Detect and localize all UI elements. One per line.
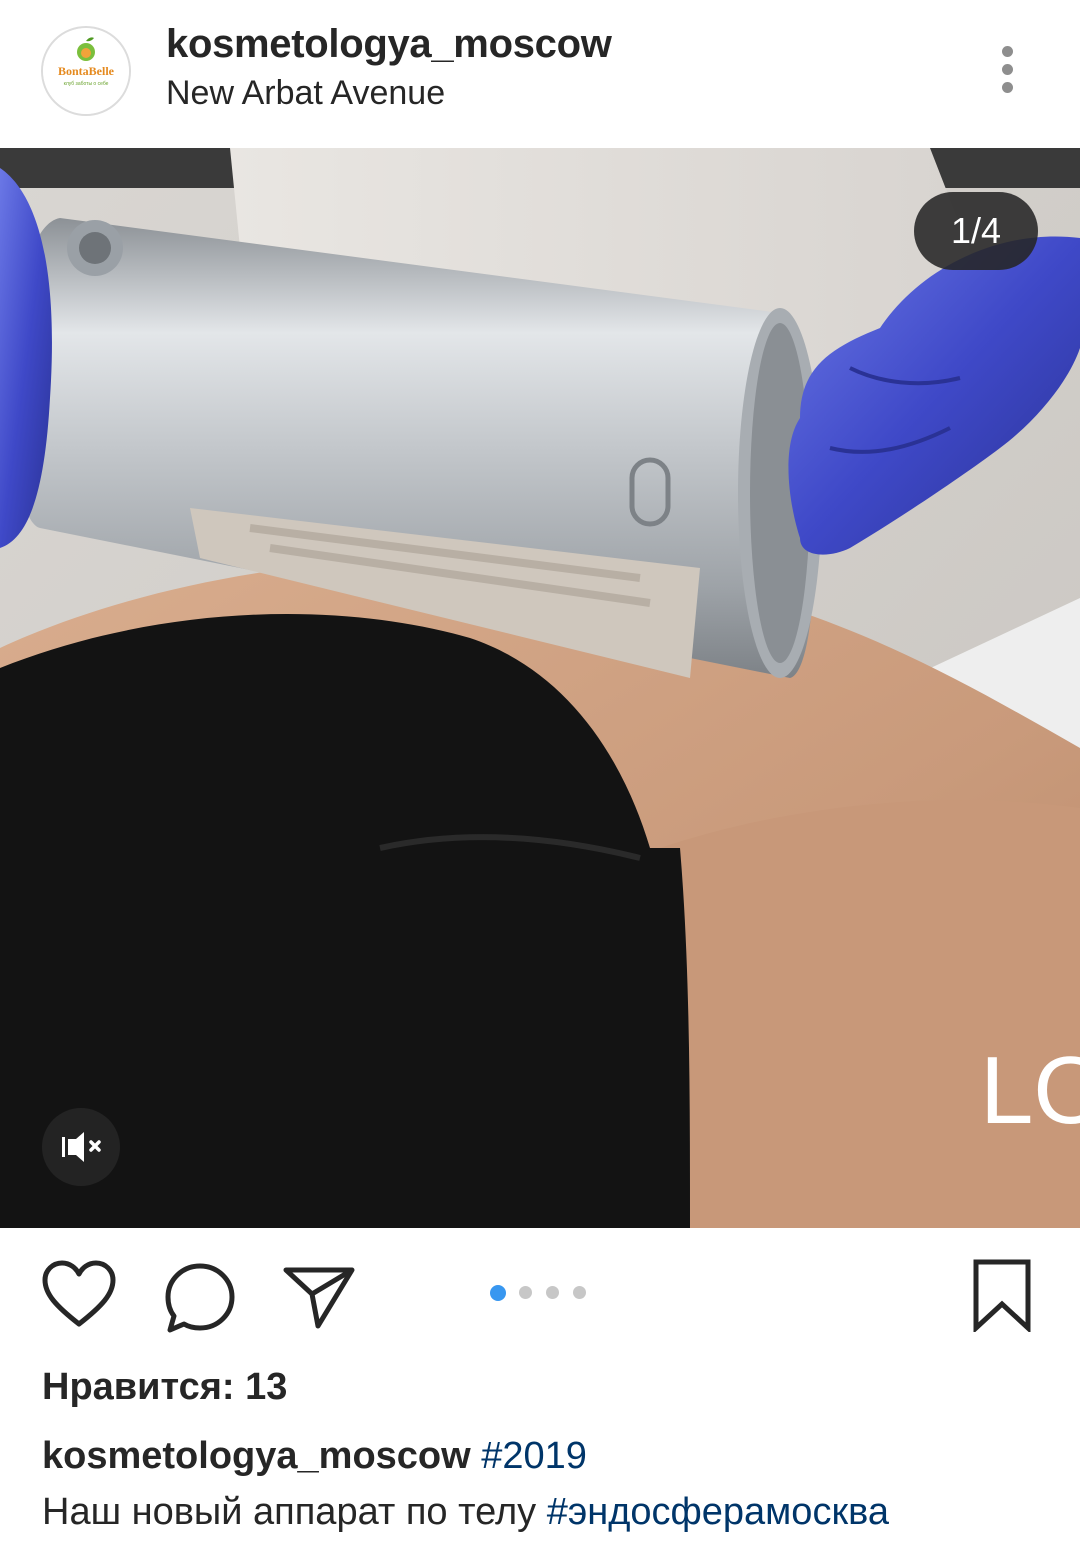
caption-line-1: kosmetologya_moscow #2019 (42, 1428, 1062, 1484)
caption-username[interactable]: kosmetologya_moscow (42, 1435, 471, 1477)
carousel-indicator (490, 1285, 590, 1302)
svg-text:BontaBelle: BontaBelle (58, 64, 115, 78)
post-header: BontaBelle клуб заботы о себе kosmetolog… (0, 0, 1080, 148)
carousel-dot-4 (573, 1286, 586, 1299)
post-caption: kosmetologya_moscow #2019 Наш новый аппа… (42, 1428, 1062, 1540)
media-photo: LO (0, 148, 1080, 1228)
likes-count[interactable]: Нравится: 13 (42, 1366, 287, 1409)
caption-hashtag[interactable]: #эндосферамосква (547, 1491, 889, 1533)
caption-text: Наш новый аппарат по телу (42, 1491, 537, 1533)
media-overlay-text: LO (980, 1037, 1080, 1144)
caption-hashtag[interactable]: #2019 (481, 1435, 587, 1477)
muted-speaker-icon[interactable] (42, 1108, 120, 1186)
caption-line-2: Наш новый аппарат по телу #эндосферамоск… (42, 1484, 1062, 1540)
bookmark-icon[interactable] (972, 1258, 1032, 1337)
svg-text:клуб заботы о себе: клуб заботы о себе (64, 81, 109, 87)
post-media[interactable]: LO (0, 148, 1080, 1228)
carousel-dot-1 (490, 1285, 506, 1301)
brand-logo: BontaBelle клуб заботы о себе (43, 28, 129, 114)
carousel-dot-2 (519, 1286, 532, 1299)
heart-icon[interactable] (42, 1260, 116, 1335)
comment-icon[interactable] (164, 1262, 236, 1339)
post-username[interactable]: kosmetologya_moscow (166, 22, 612, 67)
send-icon[interactable] (282, 1264, 356, 1335)
post-location[interactable]: New Arbat Avenue (166, 74, 445, 113)
carousel-counter: 1/4 (914, 192, 1038, 270)
carousel-dot-3 (546, 1286, 559, 1299)
avatar[interactable]: BontaBelle клуб заботы о себе (41, 26, 131, 116)
more-vertical-icon[interactable] (990, 40, 1026, 100)
